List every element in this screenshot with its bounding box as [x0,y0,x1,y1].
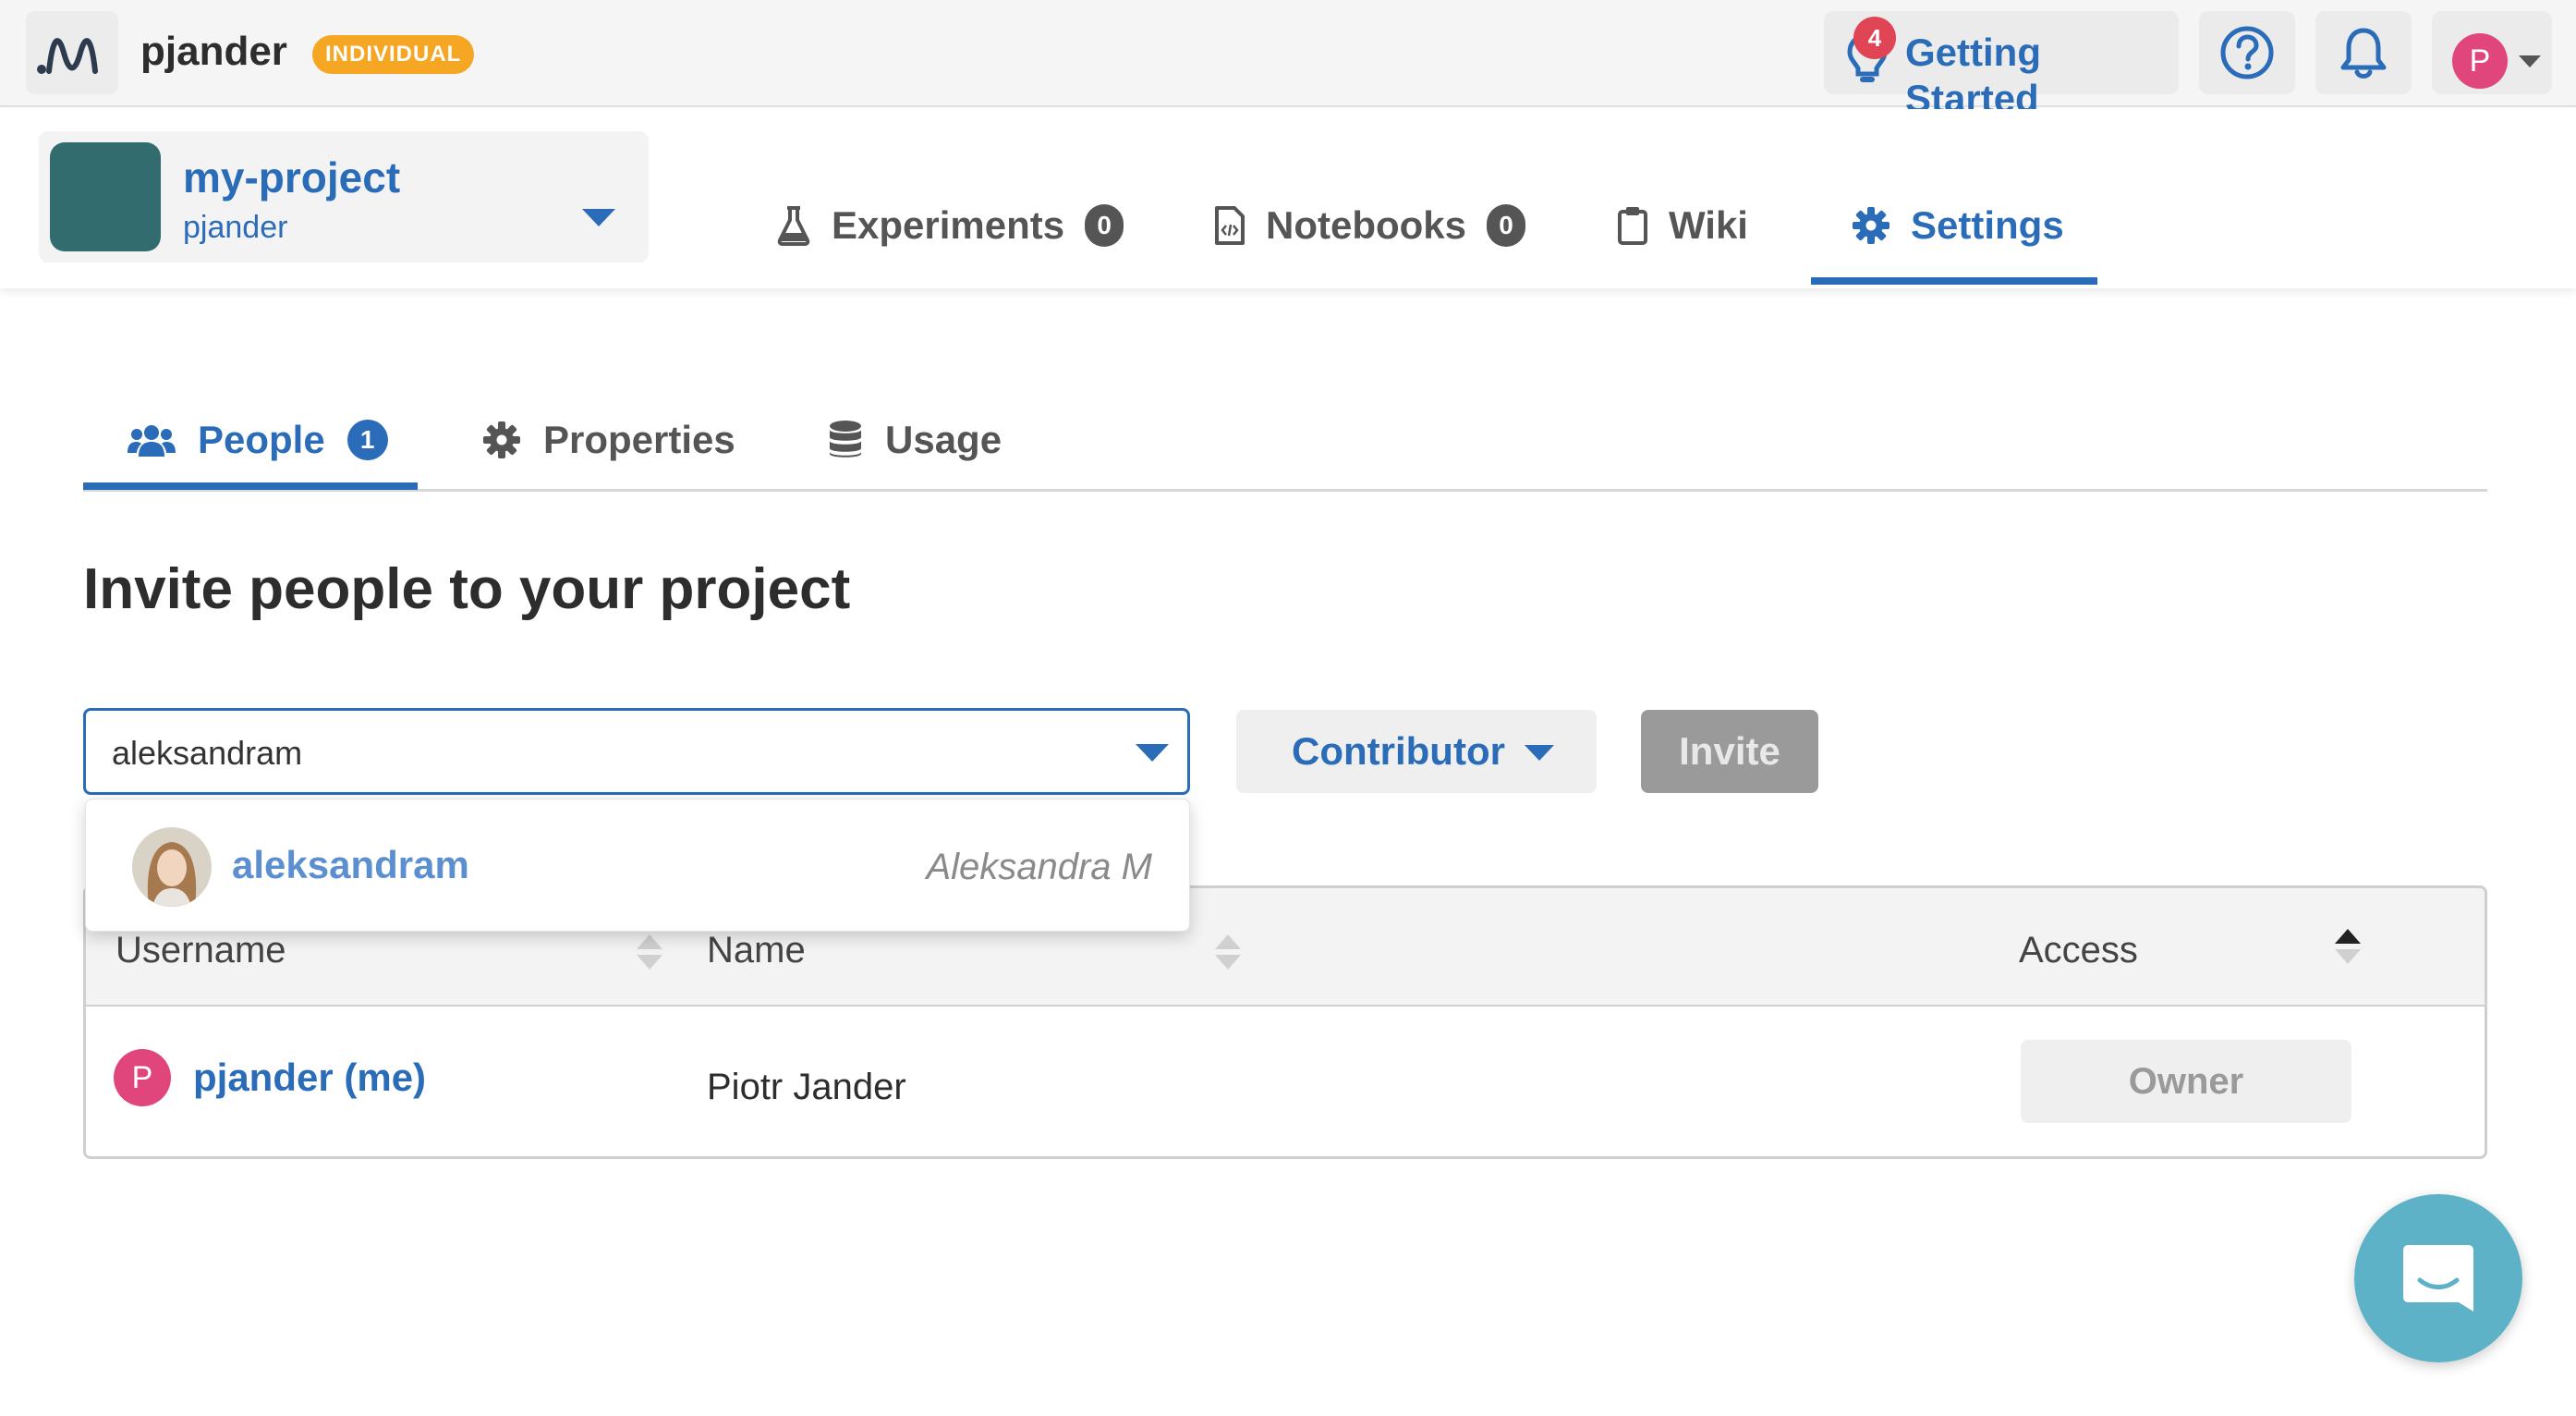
role-select-value: Contributor [1292,729,1505,773]
avatar: P [114,1049,171,1106]
user-search-input[interactable] [112,731,1082,775]
notebooks-count-badge: 0 [1487,204,1526,247]
user-search-combobox[interactable] [83,708,1190,795]
help-button[interactable] [2199,11,2295,94]
column-header-access[interactable]: Access [2019,927,2138,973]
tab-experiments[interactable]: Experiments 0 [776,196,1124,255]
tab-wiki-label: Wiki [1669,203,1748,247]
project-header: my-project pjander Experiments 0 Noteboo… [0,109,2576,288]
tab-settings-label: Settings [1911,203,2064,247]
chat-icon [2403,1245,2473,1312]
user-menu-button[interactable]: P [2432,11,2552,94]
chevron-down-icon [582,209,615,226]
getting-started-button[interactable]: 4 Getting Started [1824,11,2179,120]
gear-icon [482,421,521,459]
database-icon [828,420,863,460]
tab-people-label: People [198,418,325,461]
table-row: P pjander (me) Piotr Jander Owner [86,1008,2485,1156]
sort-icon[interactable] [1215,934,1241,971]
tab-experiments-label: Experiments [832,203,1065,247]
project-owner: pjander [183,210,288,245]
notebook-icon [1214,205,1245,246]
bell-icon [2340,28,2387,79]
tab-usage-label: Usage [885,418,1002,461]
suggestion-username[interactable]: aleksandram [232,842,469,888]
workspace-name[interactable]: pjander [140,24,287,79]
tab-people[interactable]: People 1 [128,410,388,470]
suggestion-avatar [132,827,212,907]
tab-wiki[interactable]: Wiki [1617,196,1748,255]
flask-icon [776,205,811,246]
suggestion-full-name: Aleksandra M [926,847,1152,887]
experiments-count-badge: 0 [1085,204,1124,247]
chat-launcher-button[interactable] [2354,1194,2522,1362]
chevron-down-icon [1525,745,1554,761]
tab-notebooks[interactable]: Notebooks 0 [1214,196,1526,255]
member-username-link[interactable]: pjander (me) [193,1055,426,1101]
page-title: Invite people to your project [83,557,851,621]
users-icon [128,421,176,458]
tab-usage[interactable]: Usage [828,410,1002,470]
active-settings-tab-indicator [83,482,418,490]
user-avatar: P [2452,33,2508,89]
tab-properties[interactable]: Properties [482,410,735,470]
tab-settings[interactable]: Settings [1852,196,2064,255]
help-icon [2220,26,2274,79]
getting-started-count-badge: 4 [1853,17,1896,59]
sort-icon[interactable] [637,934,662,971]
column-header-username[interactable]: Username [115,927,286,973]
column-header-name[interactable]: Name [707,927,806,973]
settings-tabs: People 1 Properties Usage [83,388,2487,492]
notifications-button[interactable] [2315,11,2412,94]
top-bar: pjander INDIVIDUAL 4 Getting Started P [0,0,2576,120]
access-role-badge: Owner [2021,1040,2351,1123]
people-count-badge: 1 [346,420,388,460]
clipboard-icon [1617,205,1648,246]
app-logo[interactable] [26,11,118,94]
invite-button[interactable]: Invite [1641,710,1818,793]
member-full-name: Piotr Jander [707,1067,906,1107]
role-select[interactable]: Contributor [1236,710,1597,793]
gear-icon [1852,206,1890,245]
logo-wave-icon [37,38,98,74]
chevron-down-icon[interactable] [1136,744,1169,762]
active-tab-indicator [1811,277,2097,285]
project-thumbnail [50,142,161,251]
tab-properties-label: Properties [543,418,735,461]
project-name: my-project [183,153,401,201]
chevron-down-icon [2519,55,2541,67]
sort-ascending-icon[interactable] [2335,929,2361,966]
user-suggestions-dropdown: aleksandram Aleksandra M [85,799,1190,932]
project-selector[interactable]: my-project pjander [39,131,649,262]
getting-started-label: Getting Started [1905,31,2041,120]
tab-notebooks-label: Notebooks [1266,203,1467,247]
plan-badge: INDIVIDUAL [312,35,475,74]
